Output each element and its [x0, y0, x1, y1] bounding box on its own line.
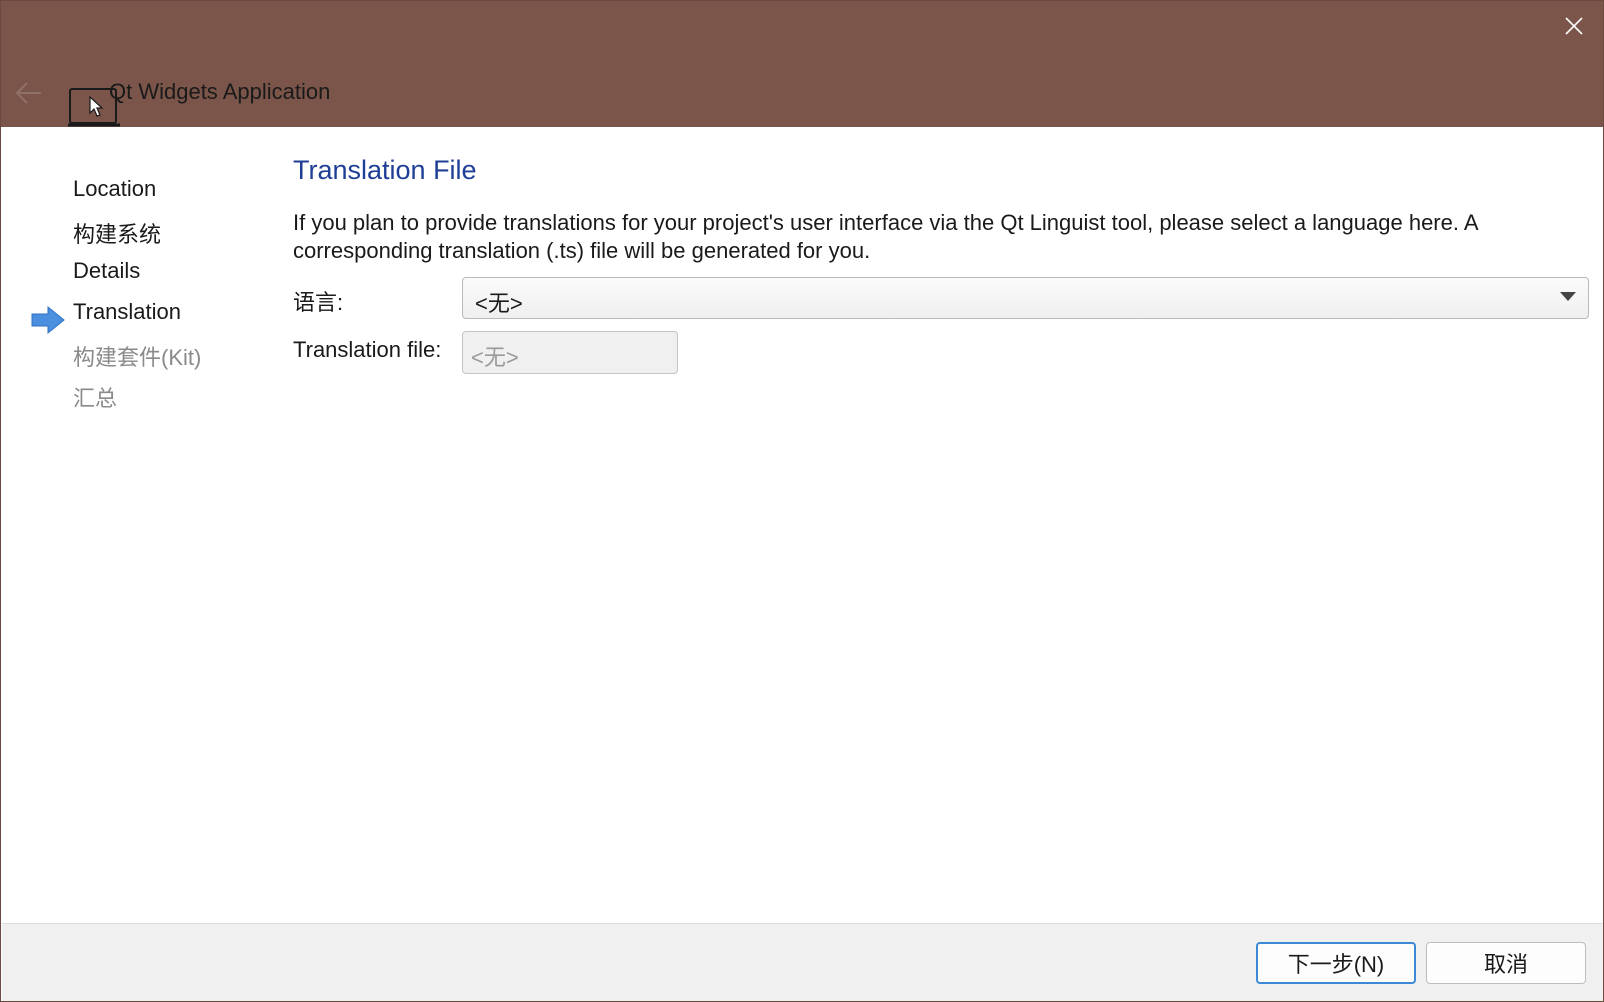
title-bar: Qt Widgets Application: [1, 1, 1603, 127]
close-button[interactable]: [1557, 9, 1591, 43]
back-button[interactable]: [11, 75, 47, 111]
step-summary: 汇总: [73, 386, 118, 411]
current-step-arrow-icon: [31, 305, 65, 335]
chevron-down-icon: [1560, 292, 1576, 301]
cancel-button[interactable]: 取消: [1426, 942, 1586, 984]
window-title: Qt Widgets Application: [109, 79, 331, 104]
language-selected-value: <无>: [475, 291, 523, 316]
translation-file-field[interactable]: <无>: [462, 331, 678, 374]
step-kits: 构建套件(Kit): [73, 345, 202, 370]
step-build-system: 构建系统: [73, 222, 162, 247]
step-location: Location: [73, 176, 157, 201]
next-button[interactable]: 下一步(N): [1256, 942, 1416, 984]
page-description: If you plan to provide translations for …: [293, 210, 1478, 263]
close-icon: [1565, 17, 1583, 35]
page-title: Translation File: [293, 155, 477, 185]
language-combobox[interactable]: <无>: [462, 277, 1589, 319]
wizard-window: Qt Widgets Application Location 构建系统 Det…: [0, 0, 1604, 1002]
step-details: Details: [73, 258, 141, 283]
language-label: 语言:: [293, 290, 344, 315]
button-bar: 下一步(N) 取消: [2, 923, 1603, 1001]
step-translation: Translation: [73, 299, 182, 324]
wizard-content: Location 构建系统 Details Translation 构建套件(K…: [2, 127, 1603, 923]
translation-file-label: Translation file:: [293, 337, 442, 362]
back-arrow-icon: [15, 82, 41, 104]
